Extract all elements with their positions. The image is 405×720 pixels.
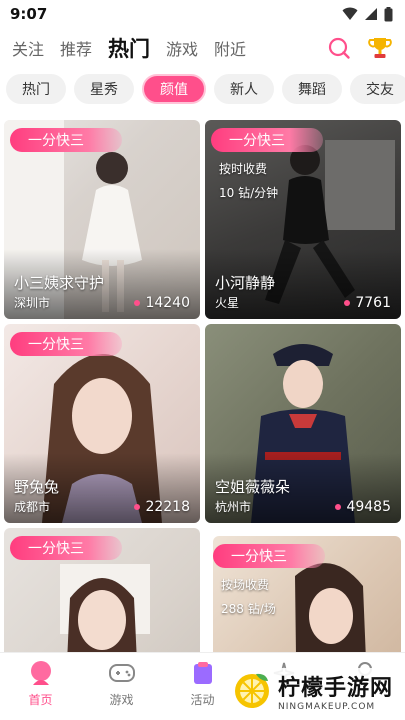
nav-activity-label: 活动 <box>190 693 215 707</box>
streamer-name: 野兔兔 <box>14 478 60 496</box>
home-avatar-icon <box>30 661 51 685</box>
stream-card[interactable]: 一分快三 <box>4 528 200 652</box>
lottery-badge: 一分快三 <box>10 332 122 356</box>
viewer-dot-icon <box>344 300 351 306</box>
viewer-count: 49485 <box>335 499 391 515</box>
chip-social[interactable]: 交友 <box>350 74 405 104</box>
viewer-dot-icon <box>335 504 342 510</box>
stream-card[interactable]: 一分快三 按时收费 10 钻/分钟 小河静静 火星 7761 <box>205 120 401 319</box>
viewer-count: 7761 <box>344 295 391 311</box>
viewer-count: 14240 <box>134 295 190 311</box>
search-icon[interactable] <box>327 36 351 60</box>
stream-card[interactable]: 一分快三 小三姨求守护 深圳市 14240 <box>4 120 200 319</box>
stream-card[interactable]: 空姐薇薇朵 杭州市 49485 <box>205 324 401 523</box>
signal-icon <box>365 8 377 20</box>
viewer-count: 22218 <box>134 499 190 515</box>
rate-price: 10 钻/分钟 <box>219 186 279 200</box>
nav-games[interactable]: 游戏 <box>81 653 162 720</box>
status-bar: 9:07 <box>0 0 405 28</box>
rate-type: 按场收费 <box>221 578 270 592</box>
nav-games-label: 游戏 <box>109 693 134 707</box>
category-chip-bar: 热门 星秀 颜值 新人 舞蹈 交友 音 <box>0 72 405 106</box>
lottery-badge: 一分快三 <box>10 128 122 152</box>
lottery-badge: 一分快三 <box>10 536 122 560</box>
site-watermark: 柠檬手游网 NINGMAKEUP.COM <box>225 668 399 714</box>
tab-nearby[interactable]: 附近 <box>214 36 246 60</box>
streamer-name: 小三姨求守护 <box>14 274 105 292</box>
stream-card[interactable]: 一分快三 野兔兔 成都市 22218 <box>4 324 200 523</box>
streamer-name: 小河静静 <box>215 274 276 292</box>
chip-beauty[interactable]: 颜值 <box>142 74 206 104</box>
tab-follow[interactable]: 关注 <box>12 36 44 60</box>
chip-newcomer[interactable]: 新人 <box>214 74 274 104</box>
chip-star-show[interactable]: 星秀 <box>74 74 134 104</box>
streamer-name: 空姐薇薇朵 <box>215 478 291 496</box>
status-time: 9:07 <box>10 5 48 23</box>
lottery-badge: 一分快三 <box>213 544 325 568</box>
top-tab-bar: 关注 推荐 热门 游戏 附近 <box>0 28 405 68</box>
stream-card[interactable]: 一分快三 按场收费 288 钻/场 <box>213 536 401 652</box>
chip-hot[interactable]: 热门 <box>6 74 66 104</box>
tab-recommend[interactable]: 推荐 <box>60 36 92 60</box>
stream-grid: 一分快三 小三姨求守护 深圳市 14240 一分快三 按时收费 10 钻/分钟 … <box>0 116 405 652</box>
tab-games[interactable]: 游戏 <box>166 36 198 60</box>
wifi-icon <box>342 7 358 20</box>
streamer-city: 深圳市 <box>14 296 51 310</box>
rate-type: 按时收费 <box>219 162 268 176</box>
nav-home[interactable]: 首页 <box>0 653 81 720</box>
tab-hot[interactable]: 热门 <box>108 33 150 63</box>
status-icons <box>342 6 393 22</box>
lemon-logo-icon <box>234 673 269 708</box>
streamer-city: 成都市 <box>14 500 51 514</box>
nav-home-label: 首页 <box>28 693 53 707</box>
trophy-icon[interactable] <box>367 35 393 61</box>
viewer-dot-icon <box>134 504 141 510</box>
chip-dance[interactable]: 舞蹈 <box>282 74 342 104</box>
lottery-badge: 一分快三 <box>211 128 323 152</box>
streamer-city: 火星 <box>215 296 240 310</box>
gamepad-icon <box>108 664 135 682</box>
activity-icon <box>193 662 212 684</box>
streamer-city: 杭州市 <box>215 500 252 514</box>
rate-price: 288 钻/场 <box>221 602 276 616</box>
watermark-title: 柠檬手游网 <box>277 676 393 701</box>
watermark-subtitle: NINGMAKEUP.COM <box>277 702 376 712</box>
battery-icon <box>384 6 393 21</box>
viewer-dot-icon <box>134 300 141 306</box>
